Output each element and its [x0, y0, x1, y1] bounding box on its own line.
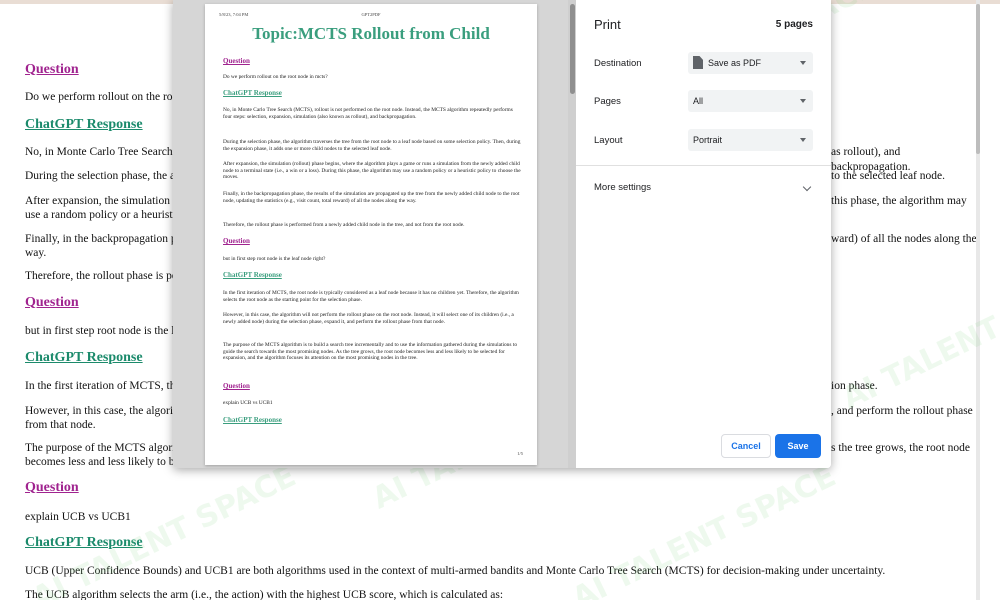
- preview-response-heading-3: ChatGPT Response: [223, 416, 282, 424]
- print-dialog-title: Print: [594, 17, 621, 32]
- preview-question-heading-2: Question: [223, 237, 250, 245]
- preview-scrollbar-thumb[interactable]: [570, 4, 575, 94]
- save-button[interactable]: Save: [775, 434, 821, 458]
- more-settings-toggle[interactable]: More settings: [594, 182, 814, 200]
- preview-response-1-p5: Therefore, the rollout phase is performe…: [223, 222, 465, 228]
- preview-title: Topic:MCTS Rollout from Child: [252, 24, 490, 43]
- preview-response-1-p3: After expansion, the simulation (rollout…: [223, 161, 521, 181]
- preview-page-number: 1/5: [517, 451, 523, 456]
- chevron-down-icon: [800, 99, 806, 103]
- destination-value: Save as PDF: [708, 58, 762, 68]
- chevron-down-icon: [802, 182, 812, 192]
- cancel-button[interactable]: Cancel: [721, 434, 771, 458]
- destination-select[interactable]: Save as PDF: [688, 52, 813, 74]
- print-preview-page: 5/8/23, 7:04 PM GPT2PDF Topic:MCTS Rollo…: [205, 4, 537, 465]
- pdf-file-icon: [693, 56, 703, 69]
- pages-label: Pages: [594, 96, 621, 107]
- preview-question-text-3: explain UCB vs UCB1: [223, 400, 273, 406]
- sheet-count: 5 pages: [775, 19, 813, 30]
- chevron-down-icon: [800, 61, 806, 65]
- preview-question-heading-1: Question: [223, 57, 250, 65]
- pages-select[interactable]: All: [688, 90, 813, 112]
- preview-question-heading-3: Question: [223, 382, 250, 390]
- preview-response-heading-2: ChatGPT Response: [223, 271, 282, 279]
- preview-response-1-p4: Finally, in the backpropagation phase, t…: [223, 191, 520, 204]
- chevron-down-icon: [800, 138, 806, 142]
- preview-response-1-p1: No, in Monte Carlo Tree Search (MCTS), r…: [223, 107, 513, 120]
- pages-value: All: [693, 96, 704, 106]
- more-settings-label: More settings: [594, 182, 652, 193]
- settings-divider: [576, 165, 831, 166]
- preview-question-text-2: but in first step root node is the leaf …: [223, 256, 326, 262]
- preview-header-source: GPT2PDF: [361, 12, 381, 17]
- preview-response-2-p1: In the first iteration of MCTS, the root…: [223, 290, 519, 303]
- layout-value: Portrait: [693, 135, 723, 145]
- preview-response-heading-1: ChatGPT Response: [223, 89, 282, 97]
- print-settings-panel: Print 5 pages Destination Save as PDF Pa…: [576, 0, 831, 468]
- preview-response-2-p3: The purpose of the MCTS algorithm is to …: [223, 342, 518, 362]
- destination-label: Destination: [594, 58, 642, 69]
- layout-select[interactable]: Portrait: [688, 129, 813, 151]
- print-dialog: 5/8/23, 7:04 PM GPT2PDF Topic:MCTS Rollo…: [173, 0, 831, 468]
- preview-question-text-1: Do we perform rollout on the root node i…: [223, 74, 328, 80]
- preview-response-2-p2: However, in this case, the algorithm wil…: [223, 312, 514, 325]
- layout-label: Layout: [594, 135, 623, 146]
- print-preview-area: 5/8/23, 7:04 PM GPT2PDF Topic:MCTS Rollo…: [173, 0, 568, 468]
- preview-response-1-p2: During the selection phase, the algorith…: [223, 139, 521, 152]
